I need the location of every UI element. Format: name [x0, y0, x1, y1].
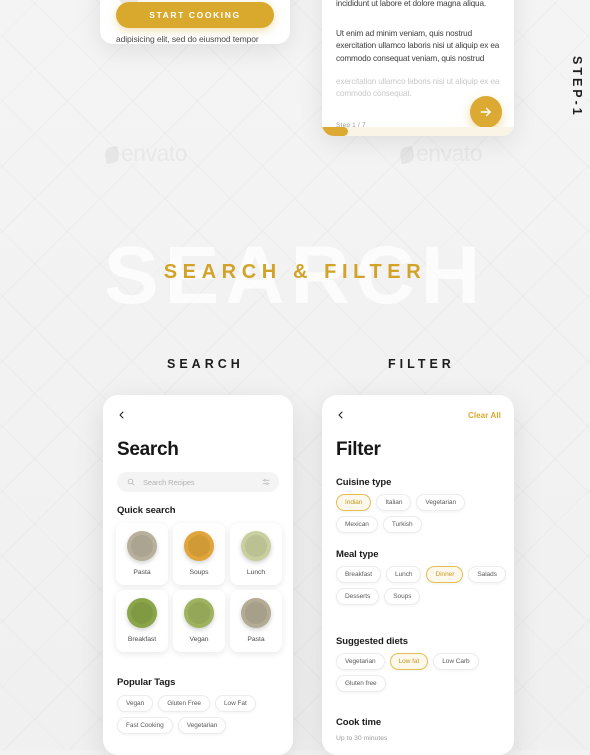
- envato-leaf-icon: [103, 145, 121, 165]
- quick-search-heading: Quick search: [117, 505, 176, 516]
- chip-group-meal: Breakfast Lunch Dinner Salads Desserts Soups: [336, 566, 506, 605]
- section-heading-cook-time: Cook time: [336, 717, 382, 728]
- chip-group-diets: Vegetarian Low fat Low Carb Gluten free: [336, 653, 506, 692]
- watermark-envato: envato: [103, 140, 188, 167]
- quick-search-card[interactable]: Breakfast: [116, 590, 168, 652]
- steps-card: incididunt ut labore et dolore magna ali…: [322, 0, 514, 136]
- caption-search: SEARCH: [167, 357, 244, 371]
- chevron-left-icon: [119, 411, 124, 419]
- tune-icon[interactable]: [262, 478, 270, 486]
- filter-chip[interactable]: Vegetarian: [177, 717, 227, 734]
- step-paragraph-1: incididunt ut labore et dolore magna ali…: [336, 0, 486, 8]
- envato-leaf-icon: [398, 145, 416, 165]
- cooking-card: START COOKING adipisicing elit, sed do e…: [100, 0, 290, 44]
- filter-chip[interactable]: Low Fat: [214, 695, 256, 712]
- search-icon: [127, 478, 135, 486]
- clear-all-button[interactable]: Clear All: [468, 411, 501, 420]
- filter-chip[interactable]: Low fat: [389, 653, 429, 670]
- caption-filter: FILTER: [388, 357, 455, 371]
- food-thumb-icon: [184, 598, 214, 628]
- quick-search-label: Pasta: [247, 636, 265, 643]
- quick-search-grid: Pasta Soups Lunch Breakfast Vegan Pasta: [116, 523, 282, 652]
- back-button[interactable]: [117, 409, 129, 421]
- filter-chip[interactable]: Gluten Free: [158, 695, 210, 712]
- filter-screen: Clear All Filter Cuisine type Indian Ital…: [322, 395, 514, 755]
- filter-chip[interactable]: Gluten free: [336, 675, 386, 692]
- quick-search-label: Pasta: [133, 569, 151, 576]
- search-placeholder: Search Recipes: [143, 477, 195, 487]
- search-screen: Search Search Recipes Quick search Pasta…: [103, 395, 293, 755]
- filter-chip[interactable]: Dinner: [426, 566, 464, 583]
- popular-tags-heading: Popular Tags: [117, 677, 176, 688]
- food-thumb-icon: [127, 598, 157, 628]
- back-button[interactable]: [336, 409, 348, 421]
- step-paragraph-3: exercitation ullamco laboris nisi ut ali…: [336, 77, 500, 99]
- quick-search-card[interactable]: Lunch: [230, 523, 282, 585]
- start-cooking-button[interactable]: START COOKING: [116, 2, 274, 28]
- step-progress-fill: [322, 127, 348, 136]
- filter-chip[interactable]: Lunch: [386, 566, 422, 583]
- filter-chip[interactable]: Italian: [376, 494, 412, 511]
- food-thumb-icon: [241, 598, 271, 628]
- quick-search-card[interactable]: Vegan: [173, 590, 225, 652]
- quick-search-label: Lunch: [246, 569, 266, 576]
- chip-group-cuisine: Indian Italian Vegetarian Mexican Turkish: [336, 494, 506, 533]
- arrow-right-icon: [480, 107, 491, 117]
- cook-time-value: Up to 30 minutes: [336, 735, 388, 742]
- filter-chip[interactable]: Vegan: [117, 695, 154, 712]
- page-title: SEARCH & FILTER: [163, 261, 427, 283]
- chevron-left-icon: [338, 411, 343, 419]
- step-paragraph-2: Ut enim ad minim veniam, quis nostrud ex…: [336, 29, 500, 63]
- filter-chip[interactable]: Turkish: [382, 516, 422, 533]
- filter-chip[interactable]: Soups: [384, 588, 421, 605]
- food-thumb-icon: [184, 531, 214, 561]
- page-heading: Filter: [336, 439, 381, 460]
- quick-search-card[interactable]: Pasta: [230, 590, 282, 652]
- section-heading-diets: Suggested diets: [336, 636, 408, 647]
- filter-chip[interactable]: Low Carb: [433, 653, 479, 670]
- step-progress-track: [322, 127, 514, 136]
- page-heading: Search: [117, 439, 179, 460]
- filter-chip[interactable]: Salads: [468, 566, 506, 583]
- watermark-envato: envato: [398, 140, 483, 167]
- popular-tags-list: Vegan Gluten Free Low Fat Fast Cooking Veget…: [117, 695, 285, 734]
- quick-search-label: Breakfast: [127, 636, 157, 643]
- food-thumb-icon: [127, 531, 157, 561]
- filter-chip[interactable]: Mexican: [336, 516, 378, 533]
- quick-search-card[interactable]: Pasta: [116, 523, 168, 585]
- quick-search-label: Vegan: [189, 636, 209, 643]
- filter-chip[interactable]: Vegetarian: [336, 653, 385, 670]
- cooking-description: adipisicing elit, sed do eiusmod tempor: [116, 34, 259, 44]
- filter-chip[interactable]: Vegetarian: [416, 494, 466, 511]
- filter-chip[interactable]: Breakfast: [336, 566, 382, 583]
- step-side-label: STEP-1: [570, 56, 584, 118]
- filter-chip[interactable]: Indian: [336, 494, 372, 511]
- filter-chip[interactable]: Fast Cooking: [117, 717, 173, 734]
- filter-chip[interactable]: Desserts: [336, 588, 380, 605]
- food-thumb-icon: [241, 531, 271, 561]
- quick-search-card[interactable]: Soups: [173, 523, 225, 585]
- search-input[interactable]: Search Recipes: [117, 472, 279, 492]
- section-heading-meal: Meal type: [336, 549, 379, 560]
- next-step-button[interactable]: [470, 96, 502, 128]
- section-heading-cuisine: Cuisine type: [336, 477, 392, 488]
- quick-search-label: Soups: [189, 569, 209, 576]
